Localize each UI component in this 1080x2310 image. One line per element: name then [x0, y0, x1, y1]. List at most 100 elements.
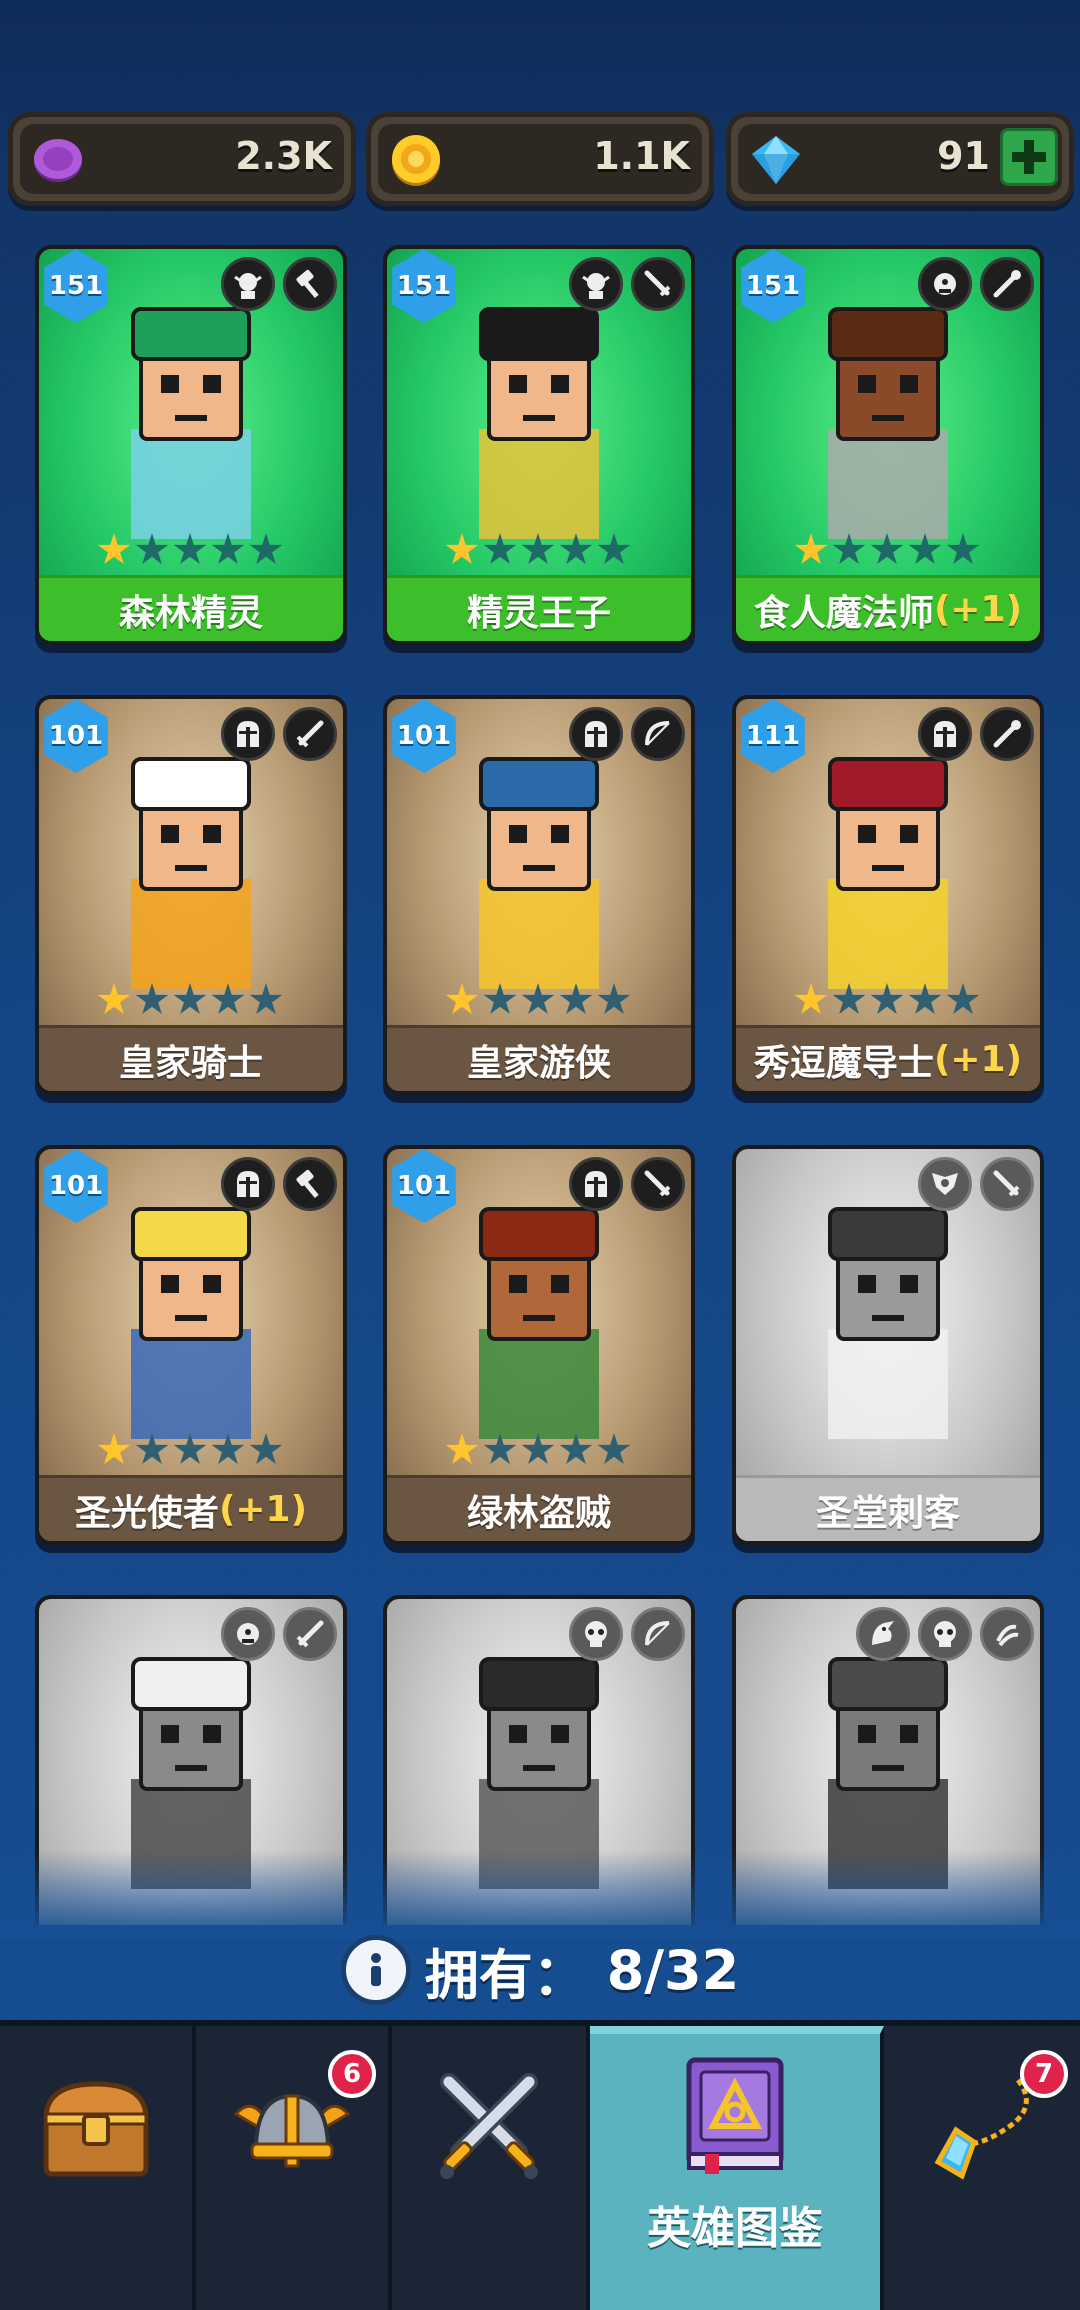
star-rating	[445, 983, 631, 1017]
star-rating	[794, 983, 980, 1017]
star-filled-icon	[97, 1433, 131, 1464]
hero-card[interactable]: 101 绿林盗贼	[383, 1145, 695, 1545]
add-gems-button[interactable]	[1000, 128, 1058, 186]
hero-name: 圣堂刺客	[815, 1492, 960, 1534]
gold-currency: 1.1K	[366, 112, 714, 206]
hero-card[interactable]: 101 皇家游侠	[383, 695, 695, 1095]
class-icons	[221, 257, 337, 311]
hero-portrait	[419, 1179, 659, 1439]
star-empty-icon	[249, 983, 283, 1014]
bow-icon	[631, 1607, 685, 1661]
helmet-class-icon	[569, 1157, 623, 1211]
items-badge: 7	[1020, 2050, 1068, 2098]
class-icons	[918, 707, 1034, 761]
gem-currency: 91	[726, 112, 1074, 206]
bottom-nav: 6 英雄图鉴 7	[0, 2020, 1080, 2310]
star-empty-icon	[483, 533, 517, 564]
hero-card[interactable]: 101 皇家骑士	[35, 695, 347, 1095]
hero-name: 秀逗魔导士	[753, 1042, 934, 1084]
class-icons	[918, 257, 1034, 311]
hero-name-bar: 精灵王子	[387, 575, 691, 641]
star-empty-icon	[211, 533, 245, 564]
star-empty-icon	[870, 983, 904, 1014]
hero-name: 皇家游侠	[466, 1042, 611, 1084]
star-empty-icon	[597, 983, 631, 1014]
star-filled-icon	[97, 983, 131, 1014]
dagger-icon	[980, 1157, 1034, 1211]
hero-portrait	[419, 729, 659, 989]
star-empty-icon	[173, 983, 207, 1014]
hero-portrait	[768, 279, 1008, 539]
star-empty-icon	[559, 1433, 593, 1464]
hero-card[interactable]: 151 森林精灵	[35, 245, 347, 645]
star-empty-icon	[521, 533, 555, 564]
nav-tab-chest[interactable]	[0, 2026, 196, 2310]
sword-icon	[283, 1607, 337, 1661]
dragon-class-icon	[856, 1607, 910, 1661]
star-filled-icon	[97, 533, 131, 564]
star-empty-icon	[173, 1433, 207, 1464]
helmet-class-icon	[221, 1157, 275, 1211]
blue-gem-icon	[748, 132, 804, 188]
hero-name: 精灵王子	[466, 592, 611, 634]
nav-tab-hero-book[interactable]: 英雄图鉴	[590, 2026, 884, 2310]
ogre-class-icon	[221, 1607, 275, 1661]
hero-name: 食人魔法师	[753, 592, 934, 634]
helmet-class-icon	[569, 707, 623, 761]
star-empty-icon	[211, 1433, 245, 1464]
hero-name-bar: 绿林盗贼	[387, 1475, 691, 1541]
class-icons	[569, 1607, 685, 1661]
crossed-swords-icon	[429, 2066, 549, 2186]
hero-name-bar: 皇家游侠	[387, 1025, 691, 1091]
star-empty-icon	[135, 1433, 169, 1464]
purple-coin-icon	[30, 132, 86, 188]
elf-class-icon	[221, 257, 275, 311]
nav-tab-items[interactable]: 7	[884, 2026, 1080, 2310]
star-rating	[97, 983, 283, 1017]
gem-currency-value: 91	[937, 134, 990, 178]
star-empty-icon	[908, 983, 942, 1014]
star-rating	[794, 533, 980, 567]
star-empty-icon	[946, 533, 980, 564]
dagger-icon	[631, 257, 685, 311]
purple-currency: 2.3K	[8, 112, 356, 206]
owned-value: 8/32	[606, 1938, 740, 2002]
info-icon[interactable]	[340, 1935, 411, 2005]
nav-tab-battle[interactable]	[392, 2026, 590, 2310]
nav-tab-heroes[interactable]: 6	[196, 2026, 392, 2310]
hero-portrait	[71, 1179, 311, 1439]
star-empty-icon	[211, 983, 245, 1014]
hero-bonus: (+1)	[933, 589, 1023, 630]
hero-name: 皇家骑士	[118, 1042, 263, 1084]
star-empty-icon	[249, 533, 283, 564]
hero-card[interactable]: 圣堂刺客	[732, 1145, 1044, 1545]
gold-coin-icon	[388, 132, 444, 188]
owned-count: 拥有： 8/32	[0, 1925, 1080, 2015]
skull-class-icon	[569, 1607, 623, 1661]
class-icons	[569, 257, 685, 311]
hero-portrait	[768, 729, 1008, 989]
hero-book-label: 英雄图鉴	[647, 2203, 823, 2254]
hero-card[interactable]: 151 精灵王子	[383, 245, 695, 645]
hero-card[interactable]: 101 圣光使者 (+1)	[35, 1145, 347, 1545]
dagger-icon	[631, 1157, 685, 1211]
gold-currency-value: 1.1K	[593, 134, 690, 178]
hero-bonus: (+1)	[218, 1489, 308, 1530]
star-empty-icon	[521, 983, 555, 1014]
hero-portrait	[71, 729, 311, 989]
star-empty-icon	[832, 983, 866, 1014]
class-icons	[856, 1607, 1034, 1661]
currency-bar: 2.3K 1.1K 91	[8, 112, 1074, 206]
star-empty-icon	[946, 983, 980, 1014]
star-empty-icon	[135, 983, 169, 1014]
hero-card[interactable]: 151 食人魔法师 (+1)	[732, 245, 1044, 645]
star-filled-icon	[445, 1433, 479, 1464]
class-icons	[918, 1157, 1034, 1211]
star-empty-icon	[135, 533, 169, 564]
hero-name-bar: 食人魔法师 (+1)	[736, 575, 1040, 641]
heroes-badge: 6	[328, 2050, 376, 2098]
claw-icon	[980, 1607, 1034, 1661]
star-filled-icon	[445, 533, 479, 564]
helmet-class-icon	[918, 707, 972, 761]
hero-card[interactable]: 111 秀逗魔导士 (+1)	[732, 695, 1044, 1095]
